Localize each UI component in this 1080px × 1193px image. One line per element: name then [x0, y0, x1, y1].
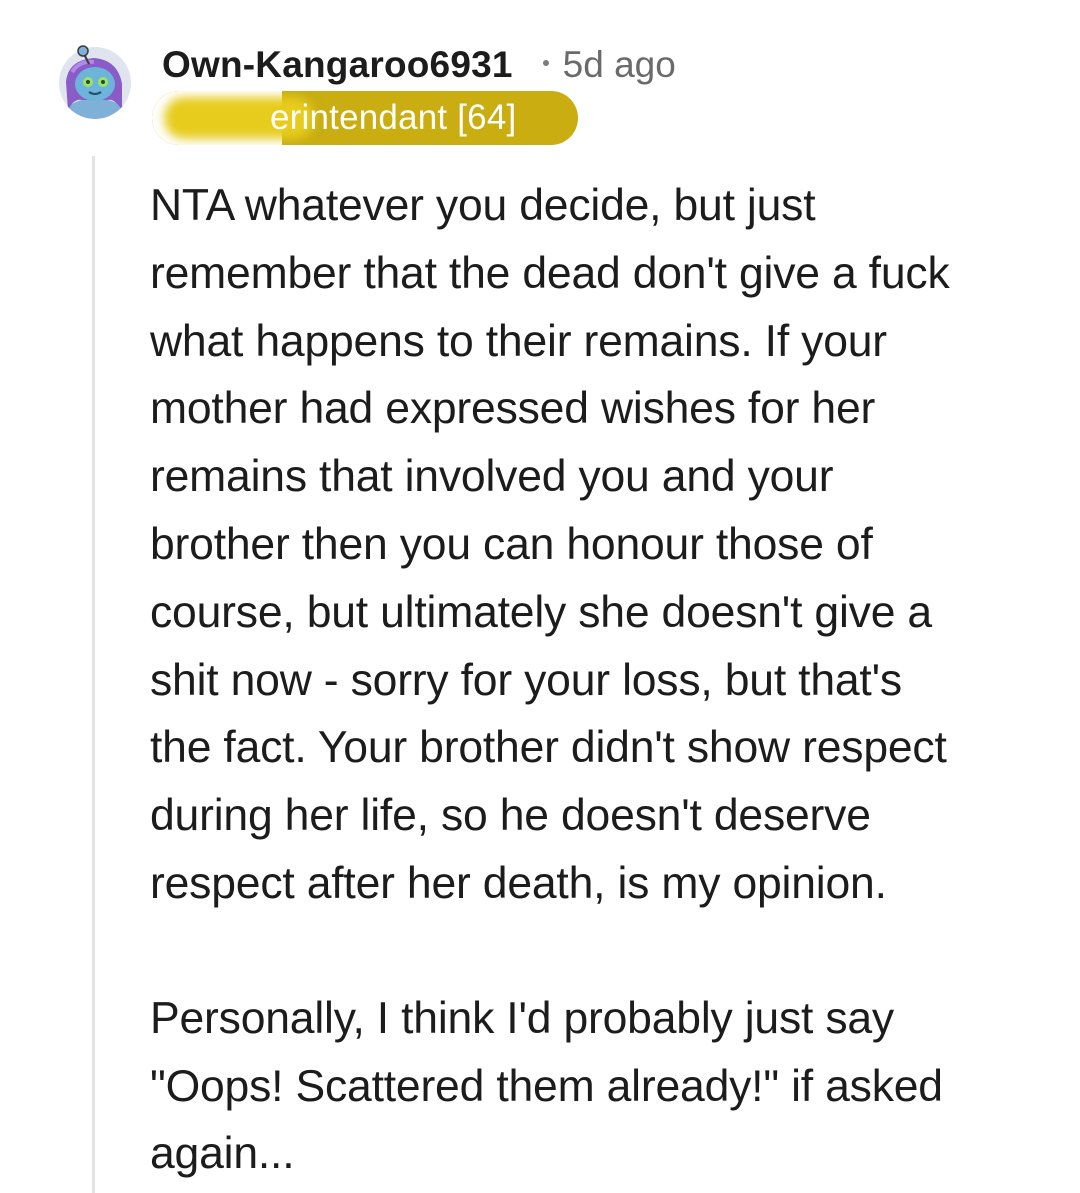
separator-dot-icon	[542, 60, 549, 66]
comment: Own-Kangaroo6931 5d ago erintendant [64]…	[0, 0, 1080, 1193]
flair-text: erintendant [64]	[270, 98, 517, 137]
snoo-avatar-icon	[59, 45, 131, 119]
flair-redaction	[152, 91, 314, 145]
user-flair: erintendant [64]	[152, 91, 578, 145]
comment-header: Own-Kangaroo6931 5d ago	[162, 40, 676, 90]
comment-paragraph: NTA whatever you decide, but just rememb…	[150, 181, 950, 908]
comment-timestamp: 5d ago	[562, 44, 676, 85]
user-avatar[interactable]	[58, 42, 132, 120]
comment-paragraph: Personally, I think I'd probably just sa…	[150, 993, 943, 1179]
thread-collapse-line[interactable]	[92, 156, 95, 1193]
comment-body: NTA whatever you decide, but just rememb…	[150, 172, 1050, 1188]
username-link[interactable]: Own-Kangaroo6931	[162, 44, 513, 86]
